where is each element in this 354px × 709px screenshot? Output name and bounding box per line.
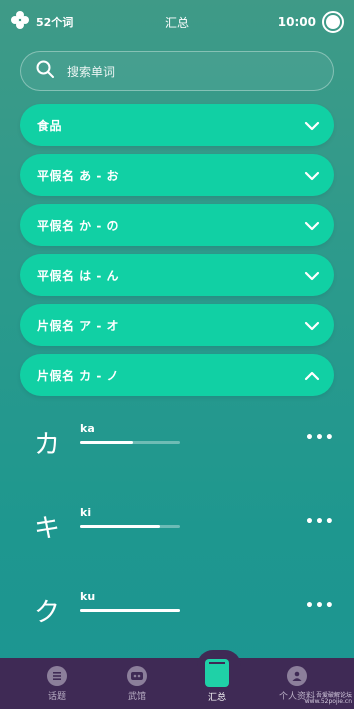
word-row[interactable]: ク ku ••• <box>0 590 354 640</box>
more-options-icon[interactable]: ••• <box>305 430 335 446</box>
nav-label: 武馆 <box>127 692 146 702</box>
romaji: ki <box>80 506 92 519</box>
category-katakana-a-o[interactable]: 片假名 ア - オ <box>20 304 334 346</box>
record-icon[interactable] <box>322 11 344 33</box>
chevron-down-icon <box>304 316 320 335</box>
category-label: 平假名 か - の <box>37 218 120 233</box>
category-katakana-ka-no[interactable]: 片假名 カ - ノ <box>20 354 334 396</box>
word-count: 52个词 <box>36 16 74 29</box>
search-icon <box>35 59 55 83</box>
word-row[interactable]: カ ka ••• <box>0 422 354 472</box>
category-label: 片假名 ア - オ <box>37 318 120 333</box>
search-placeholder: 搜索单词 <box>67 64 116 79</box>
category-label: 平假名 あ - お <box>37 168 120 183</box>
status-bar: 52个词 汇总 10:00 <box>0 0 354 44</box>
category-hiragana-a-o[interactable]: 平假名 あ - お <box>20 154 334 196</box>
search-input[interactable]: 搜索单词 <box>20 51 334 91</box>
romaji: ku <box>80 590 96 603</box>
nav-label: 汇总 <box>207 693 226 703</box>
clover-icon <box>10 10 30 34</box>
summary-icon <box>205 659 229 687</box>
kana-char: カ <box>34 430 61 460</box>
chevron-down-icon <box>304 166 320 185</box>
timer: 10:00 <box>277 15 316 29</box>
progress-fill <box>80 609 180 612</box>
profile-icon <box>287 666 307 686</box>
more-options-icon[interactable]: ••• <box>305 514 335 530</box>
category-food[interactable]: 食品 <box>20 104 334 146</box>
chevron-down-icon <box>304 116 320 135</box>
category-label: 平假名 は - ん <box>37 268 120 283</box>
nav-label: 话题 <box>47 692 66 702</box>
bottom-nav: 话题 武馆 汇总 个人资料 吾爱破解论坛 www.52pojie.cn <box>0 650 354 709</box>
progress-bar <box>80 525 180 528</box>
progress-bar <box>80 609 180 612</box>
watermark: 吾爱破解论坛 www.52pojie.cn <box>304 692 352 706</box>
category-label: 食品 <box>37 118 63 133</box>
progress-fill <box>80 525 160 528</box>
category-label: 片假名 カ - ノ <box>37 368 120 383</box>
chevron-down-icon <box>304 216 320 235</box>
watermark-line: www.52pojie.cn <box>304 698 352 706</box>
nav-item-dojo[interactable]: 武馆 <box>97 658 177 709</box>
kana-char: キ <box>34 514 61 544</box>
chevron-down-icon <box>304 266 320 285</box>
category-hiragana-ka-no[interactable]: 平假名 か - の <box>20 204 334 246</box>
nav-item-summary[interactable]: 汇总 <box>177 658 257 709</box>
nav-item-topics[interactable]: 话题 <box>17 658 97 709</box>
word-row[interactable]: キ ki ••• <box>0 506 354 556</box>
topics-icon <box>47 666 67 686</box>
romaji: ka <box>80 422 95 435</box>
progress-fill <box>80 441 133 444</box>
progress-bar <box>80 441 180 444</box>
dojo-icon <box>127 666 147 686</box>
more-options-icon[interactable]: ••• <box>305 598 335 614</box>
category-hiragana-ha-n[interactable]: 平假名 は - ん <box>20 254 334 296</box>
word-count-group[interactable]: 52个词 <box>10 10 73 34</box>
chevron-up-icon <box>304 366 320 385</box>
kana-char: ク <box>34 598 61 628</box>
